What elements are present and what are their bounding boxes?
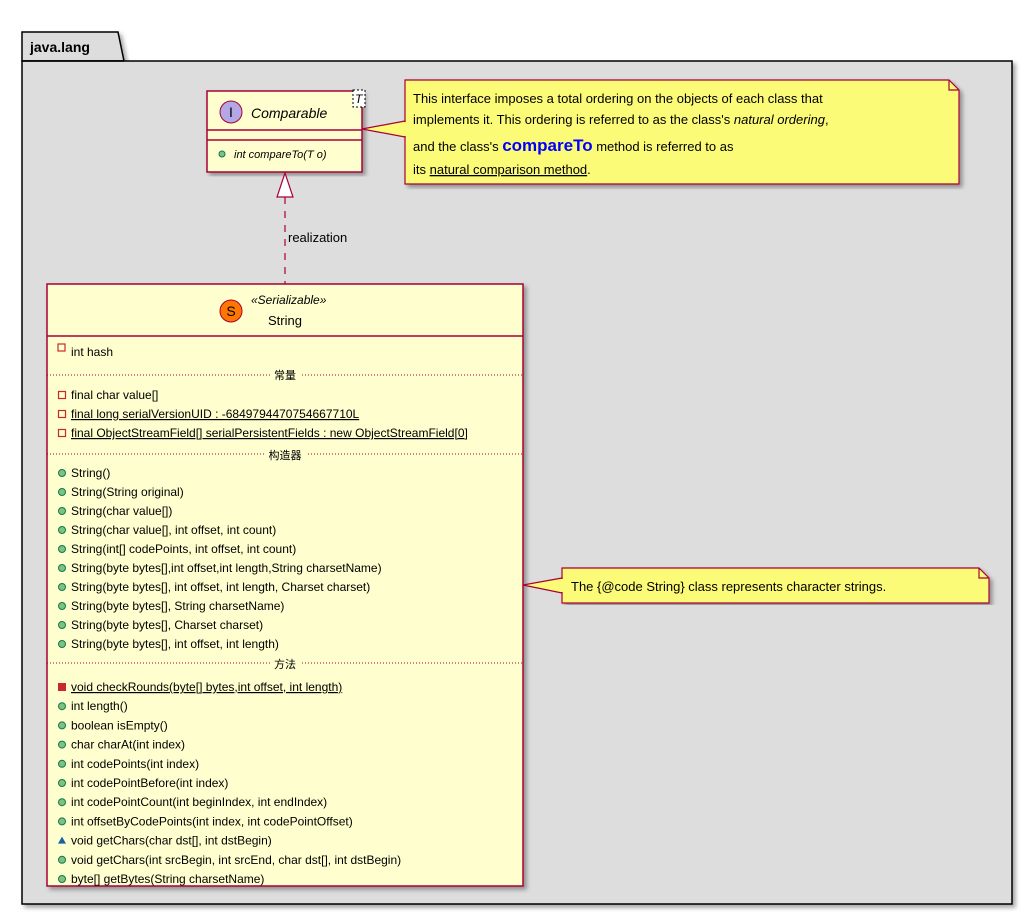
interface-method: int compareTo(T o)	[234, 149, 327, 161]
public-method-icon	[58, 488, 66, 496]
field-hash: int hash	[71, 345, 113, 359]
constructor: String(String original)	[71, 485, 184, 499]
method: int codePoints(int index)	[71, 757, 199, 771]
note-line-4: its natural comparison method.	[413, 162, 591, 177]
method: int codePointCount(int beginIndex, int e…	[71, 795, 327, 809]
public-method-icon	[58, 564, 66, 572]
private-method-icon	[58, 683, 66, 691]
note-class: The {@code String} class represents char…	[522, 567, 990, 604]
method: void checkRounds(byte[] bytes,int offset…	[71, 680, 342, 694]
method: void getChars(char dst[], int dstBegin)	[71, 834, 272, 848]
section-methods: 方法	[274, 657, 296, 671]
constant-field: final ObjectStreamField[] serialPersiste…	[71, 426, 468, 440]
public-method-icon	[58, 507, 66, 515]
constructor: String(char value[], int offset, int cou…	[71, 523, 276, 537]
section-constants: 常量	[274, 369, 296, 382]
note-class-text: The {@code String} class represents char…	[571, 579, 886, 594]
method: int length()	[71, 699, 128, 713]
constructor: String(byte bytes[], int offset, int len…	[71, 580, 370, 594]
constructor: String(byte bytes[],int offset,int lengt…	[71, 561, 382, 575]
note-line-1: This interface imposes a total ordering …	[413, 91, 823, 106]
public-method-icon	[58, 721, 66, 730]
constructor: String(int[] codePoints, int offset, int…	[71, 542, 296, 556]
interface-name: Comparable	[251, 105, 327, 121]
public-method-icon	[58, 779, 66, 787]
constructor: String(char value[])	[71, 504, 172, 518]
constructor: String(byte bytes[], int offset, int len…	[71, 637, 279, 651]
class-string: S «Serializable» String int hash 常量 构造器 …	[46, 283, 524, 887]
method: void getChars(int srcBegin, int srcEnd, …	[71, 853, 401, 867]
public-method-icon	[58, 640, 66, 648]
constant-field: final char value[]	[71, 388, 158, 402]
public-method-icon	[58, 526, 66, 534]
constructor: String(byte bytes[], String charsetName)	[71, 599, 284, 613]
public-method-icon	[58, 621, 66, 629]
method: boolean isEmpty()	[71, 718, 168, 732]
public-method-icon	[218, 150, 226, 158]
public-method-icon	[58, 817, 66, 826]
public-method-icon	[58, 740, 66, 749]
public-method-icon	[58, 798, 66, 807]
note-line-3: and the class's compareTo method is refe…	[413, 136, 734, 155]
constant-field: final long serialVersionUID : -684979447…	[71, 407, 360, 421]
relation-label: realization	[288, 230, 347, 245]
constructor: String(byte bytes[], Charset charset)	[71, 618, 263, 632]
method: char charAt(int index)	[71, 738, 185, 752]
public-method-icon	[58, 855, 66, 864]
class-stereotype: «Serializable»	[251, 293, 327, 307]
note-code-compareTo: compareTo	[502, 136, 592, 155]
interface-stereotype-letter: I	[229, 104, 233, 120]
section-constructors: 构造器	[269, 448, 302, 462]
method: int codePointBefore(int index)	[71, 776, 228, 790]
method: int offsetByCodePoints(int index, int co…	[71, 814, 353, 828]
uml-class-diagram: java.lang I Comparable T int compareTo(T…	[21, 31, 1013, 905]
public-method-icon	[58, 545, 66, 553]
interface-comparable: I Comparable T int compareTo(T o)	[206, 89, 366, 173]
constructor: String()	[71, 466, 110, 480]
public-method-icon	[58, 759, 66, 768]
public-method-icon	[58, 875, 66, 883]
package-name: java.lang	[29, 39, 90, 55]
public-method-icon	[58, 583, 66, 591]
public-method-icon	[58, 702, 66, 711]
class-stereotype-letter: S	[226, 303, 235, 319]
note-interface: This interface imposes a total ordering …	[361, 79, 960, 185]
method: byte[] getBytes(String charsetName)	[71, 872, 264, 886]
class-name: String	[268, 313, 302, 328]
public-method-icon	[58, 602, 66, 610]
note-line-2: implements it. This ordering is referred…	[413, 112, 829, 127]
public-method-icon	[58, 469, 66, 477]
